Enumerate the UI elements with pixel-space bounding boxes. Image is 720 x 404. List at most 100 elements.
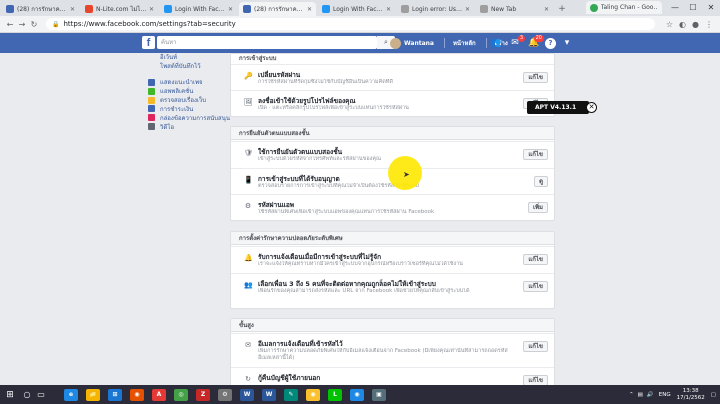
settings-row[interactable]: ⚙ รหัสผ่านแอพ ใช้รหัสผ่านพิเศษเพื่อเข้าสู่… [231,194,554,221]
home-link[interactable]: หน้าหลัก [453,38,476,48]
sidebar-item[interactable]: วิดีโอ [148,122,228,131]
browser-tab-taling-chan[interactable]: Taling Chan - Goo… [586,1,662,14]
tab-close-icon[interactable]: ✕ [70,6,75,13]
divider [443,38,445,48]
setting-description: เปิด · แตะหรือคลิกรูปโปรไฟล์เพื่อเข้าสู่… [258,105,409,111]
forward-icon[interactable]: → [16,20,28,29]
windows-start-icon[interactable]: ⊞ [0,385,20,404]
setting-description: เราจะแจ้งให้คุณทราบหากมีใครเข้าสู่ระบบจา… [258,261,463,267]
tab-label: (28) การรักษาควา… [254,6,305,13]
back-icon[interactable]: ← [4,20,16,29]
volume-icon[interactable]: 🔊 [647,392,654,398]
section-heading: การยืนยันตัวตนแบบสองชั้น [231,127,554,140]
taskbar-app-icon[interactable]: L [328,388,342,401]
taskbar-app-icon[interactable]: ◉ [130,388,144,401]
setting-action-button[interactable]: ดู [534,176,548,187]
taskbar-app-icon[interactable]: Z [196,388,210,401]
setting-action-button[interactable]: แก้ไข [523,375,548,385]
setting-action-button[interactable]: แก้ไข [523,72,548,83]
tab-label: N-Lite.com ไม่ได้ค… [96,6,147,13]
browser-tab[interactable]: New Tab ✕ [476,2,553,16]
notification-center-icon[interactable]: ▢ [711,392,716,398]
taskbar-app-icon[interactable]: ◉ [306,388,320,401]
tab-close-icon[interactable]: ✕ [307,6,312,13]
extension-icon[interactable]: ◐ [679,20,686,29]
tab-close-icon[interactable]: ✕ [149,6,154,13]
settings-row[interactable]: 🖼 ลงชื่อเข้าใช้ด้วยรูปโปรไฟล์ของคุณ เปิด ·… [231,90,554,116]
tab-close-icon[interactable]: ✕ [544,6,549,13]
sidebar-item[interactable]: โพสต์ที่บันทึกไว้ [160,62,228,71]
browser-tab[interactable]: Login error: User… ✕ [397,2,474,16]
language-indicator[interactable]: ENG [659,392,671,398]
clock[interactable]: 13:38 17/1/2562 [677,388,705,402]
browser-tab[interactable]: (28) การรักษาควา… ✕ [2,2,79,16]
cursor-arrow-icon: ➤ [403,170,410,179]
browser-tab[interactable]: Login With Facebo…✕ [160,2,237,16]
browser-tab[interactable]: N-Lite.com ไม่ได้ค…✕ [81,2,158,16]
taskbar-app-icon[interactable]: ⚙ [218,388,232,401]
settings-row[interactable]: ↻ กู้คืนบัญชีผู้ใช้ภายนอก แก้ไข [231,367,554,385]
taskbar-app-icon[interactable]: 📁 [86,388,100,401]
facebook-header: f ค้นหา ⌕ Wantana หน้าหลัก สร้าง 👥 ✉ 3 🔔 2… [0,33,720,53]
taskbar-app-icon[interactable]: ✎ [284,388,298,401]
close-window-button[interactable]: ✕ [702,0,720,16]
tab-close-icon[interactable]: ✕ [386,6,391,13]
taskbar-app-icon[interactable]: e [64,388,78,401]
browser-tab[interactable]: (28) การรักษาควา… ✕ [239,2,316,16]
star-icon[interactable]: ☆ [666,20,673,29]
new-tab-button[interactable]: + [555,2,569,16]
taskbar-app-icon[interactable]: ▣ [372,388,386,401]
help-icon[interactable]: ? [545,37,556,49]
settings-row[interactable]: 🔑 เปลี่ยนรหัสผ่าน การใช้รหัสผ่านที่รัดกุมซ… [231,64,554,90]
tab-close-icon[interactable]: ✕ [465,6,470,13]
taskbar-app-icon[interactable]: ◉ [350,388,364,401]
settings-section: ขั้นสูง ✉ อีเมลการแจ้งเตือนที่เข้ารหัสไว้เ… [230,318,555,385]
setting-action-button[interactable]: เพิ่ม [528,202,548,213]
tab-label: Login With Facebo… [175,5,226,13]
taskbar-app-icon[interactable]: ◎ [174,388,188,401]
messages-badge: 3 [517,35,525,42]
setting-action-button[interactable]: แก้ไข [523,254,548,265]
setting-icon: ↻ [245,375,251,383]
settings-row[interactable]: ✉ อีเมลการแจ้งเตือนที่เข้ารหัสไว้ เพิ่มการ… [231,333,554,367]
taskbar-app-icon[interactable]: ⊞ [108,388,122,401]
minimize-button[interactable]: — [666,0,684,16]
url-input[interactable]: 🔒 https://www.facebook.com/settings?tab=… [46,18,655,30]
settings-row[interactable]: 🔔 รับการแจ้งเตือนเมื่อมีการเข้าสู่ระบบที่… [231,246,554,273]
system-tray: ⌃ ▤ 🔊 ENG 13:38 17/1/2562 ▢ [629,385,716,404]
account-menu-icon[interactable]: ▾ [559,36,575,50]
menu-icon[interactable]: ⋮ [705,20,713,29]
tab-close-icon[interactable]: ✕ [228,6,233,13]
taskbar-app-icon[interactable]: W [262,388,276,401]
profile-icon[interactable]: ● [692,20,699,29]
setting-action-button[interactable]: แก้ไข [523,281,548,292]
sidebar-item-icon [148,87,155,95]
sidebar-item-label: โพสต์ที่บันทึกไว้ [160,63,201,71]
reload-icon[interactable]: ↻ [28,20,40,29]
taskbar-app-icon[interactable]: A [152,388,166,401]
notifications-icon[interactable]: 🔔 20 [526,35,544,50]
friend-requests-icon[interactable]: 👥 [488,36,504,50]
sidebar-item-icon [148,105,155,113]
section-heading: การเข้าสู่ระบบ [231,54,554,64]
facebook-logo[interactable]: f [142,36,155,49]
setting-icon: 📱 [244,176,253,184]
apt-close-button[interactable]: ✕ [586,102,597,113]
tab-favicon-icon [401,5,409,13]
profile-link[interactable]: Wantana [404,40,434,47]
avatar[interactable] [390,37,401,49]
maximize-button[interactable]: ☐ [684,0,702,16]
taskbar-search-icon[interactable]: ○ [20,390,34,399]
facebook-search-input[interactable]: ค้นหา [157,36,377,49]
setting-action-button[interactable]: แก้ไข [523,149,548,160]
tray-chevron-icon[interactable]: ⌃ [629,392,634,398]
security-settings-panel: การเข้าสู่ระบบ 🔑 เปลี่ยนรหัสผ่าน การใช้รหัส… [230,53,555,385]
messenger-icon[interactable]: ✉ 3 [507,35,525,50]
taskbar-app-icon[interactable]: W [240,388,254,401]
settings-row[interactable]: 👥 เลือกเพื่อน 3 ถึง 5 คนที่จะติดต่อหากคุณ… [231,273,554,309]
task-view-icon[interactable]: ▭ [34,390,48,399]
network-icon[interactable]: ▤ [638,392,643,398]
setting-action-button[interactable]: แก้ไข [523,341,548,352]
browser-tab[interactable]: Login With Facebo…✕ [318,2,395,16]
apt-version-label: APT V4.13.1 [527,101,589,114]
